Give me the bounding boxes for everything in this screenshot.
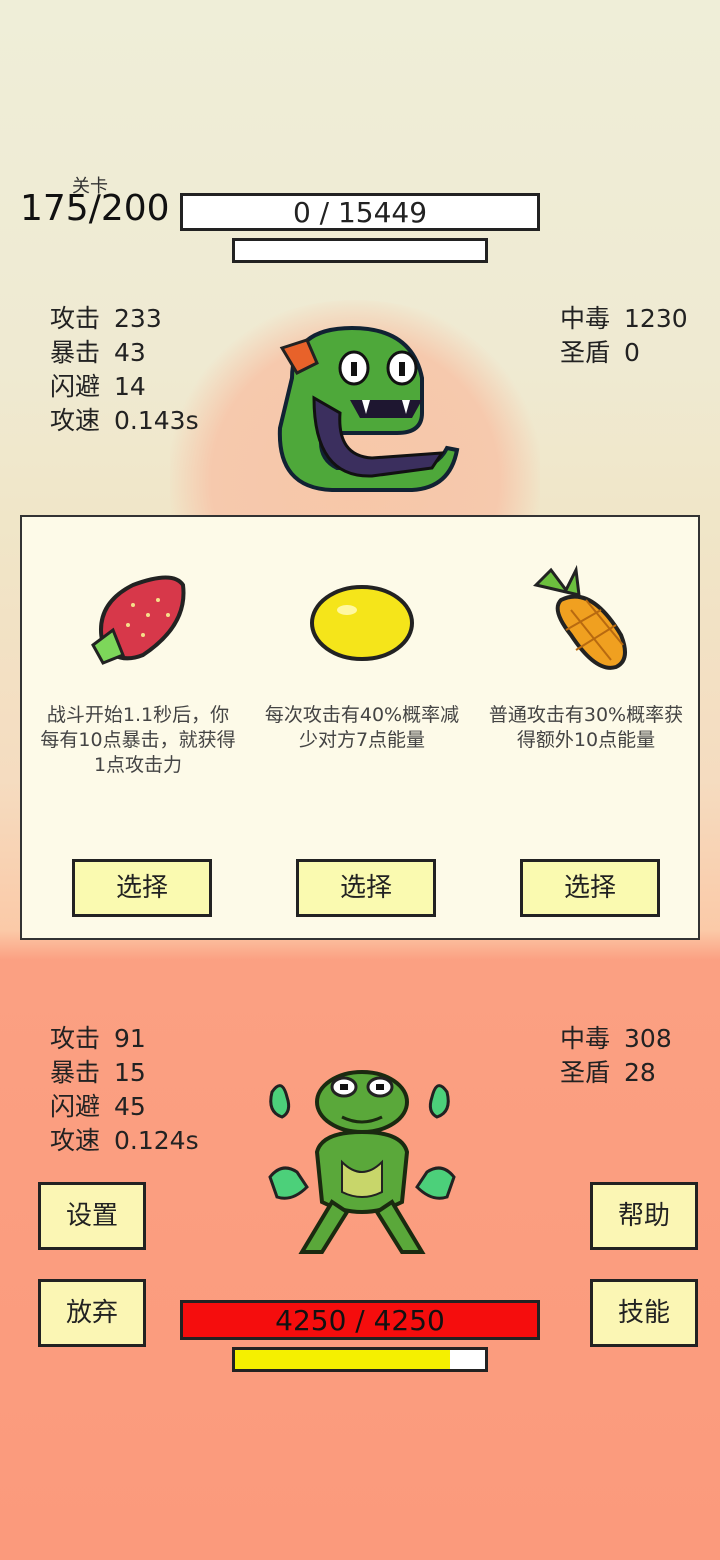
- stat-label: 暴击: [50, 1058, 101, 1087]
- player-energy-fill: [235, 1350, 450, 1369]
- status-row: 圣盾 0: [560, 336, 688, 370]
- status-value: 0: [624, 338, 640, 367]
- choice-card: 每次攻击有40%概率减少对方7点能量 选择: [250, 517, 474, 937]
- stat-value: 43: [114, 338, 146, 367]
- choice-card: 普通攻击有30%概率获得额外10点能量 选择: [474, 517, 698, 937]
- status-value: 28: [624, 1058, 656, 1087]
- select-button[interactable]: 选择: [520, 859, 660, 917]
- status-label: 中毒: [560, 304, 611, 333]
- quit-button[interactable]: 放弃: [38, 1279, 146, 1347]
- skills-button[interactable]: 技能: [590, 1279, 698, 1347]
- stat-value: 45: [114, 1092, 146, 1121]
- stat-label: 暴击: [50, 338, 101, 367]
- status-value: 308: [624, 1024, 672, 1053]
- lemon-icon: [310, 585, 414, 661]
- select-button[interactable]: 选择: [296, 859, 436, 917]
- snake-enemy-icon: [277, 325, 460, 492]
- player-stats: 攻击 91 暴击 15 闪避 45 攻速 0.124s: [50, 1022, 199, 1158]
- stat-row: 攻击 233: [50, 302, 199, 336]
- status-row: 中毒 1230: [560, 302, 688, 336]
- pineapple-icon: [533, 565, 627, 670]
- enemy-hp-text: 0 / 15449: [292, 196, 428, 229]
- stat-label: 闪避: [50, 372, 101, 401]
- stat-value: 91: [114, 1024, 146, 1053]
- stat-row: 攻速 0.124s: [50, 1124, 199, 1158]
- frog-player-icon: [268, 1070, 456, 1254]
- stat-label: 闪避: [50, 1092, 101, 1121]
- enemy-stats: 攻击 233 暴击 43 闪避 14 攻速 0.143s: [50, 302, 199, 438]
- item-choice-panel: 战斗开始1.1秒后，你每有10点暴击，就获得1点攻击力 选择 每次攻击有40%概…: [20, 515, 700, 940]
- status-row: 中毒 308: [560, 1022, 672, 1056]
- strawberry-icon: [91, 575, 186, 665]
- select-button[interactable]: 选择: [72, 859, 212, 917]
- stat-label: 攻速: [50, 1126, 101, 1155]
- stat-label: 攻击: [50, 1024, 101, 1053]
- status-label: 中毒: [560, 1024, 611, 1053]
- choice-description: 每次攻击有40%概率减少对方7点能量: [264, 704, 460, 751]
- stat-row: 暴击 15: [50, 1056, 199, 1090]
- player-hp-text: 4250 / 4250: [275, 1304, 445, 1337]
- player-energy-bar: [232, 1347, 488, 1372]
- enemy-energy-bar: [232, 238, 488, 263]
- stat-label: 攻速: [50, 406, 101, 435]
- player-status: 中毒 308 圣盾 28: [560, 1022, 672, 1090]
- stat-row: 攻击 91: [50, 1022, 199, 1056]
- stat-value: 233: [114, 304, 162, 333]
- status-label: 圣盾: [560, 338, 611, 367]
- status-label: 圣盾: [560, 1058, 611, 1087]
- status-value: 1230: [624, 304, 688, 333]
- stat-value: 0.124s: [114, 1126, 199, 1155]
- status-row: 圣盾 28: [560, 1056, 672, 1090]
- enemy-status: 中毒 1230 圣盾 0: [560, 302, 688, 370]
- enemy-hp-bar: 0 / 15449: [180, 193, 540, 231]
- stat-row: 闪避 14: [50, 370, 199, 404]
- player-hp-bar: 4250 / 4250: [180, 1300, 540, 1340]
- help-button[interactable]: 帮助: [590, 1182, 698, 1250]
- choice-card: 战斗开始1.1秒后，你每有10点暴击，就获得1点攻击力 选择: [26, 517, 250, 937]
- stat-value: 15: [114, 1058, 146, 1087]
- stat-value: 14: [114, 372, 146, 401]
- stat-value: 0.143s: [114, 406, 199, 435]
- settings-button[interactable]: 设置: [38, 1182, 146, 1250]
- stage-progress: 175/200: [20, 188, 170, 229]
- stat-row: 闪避 45: [50, 1090, 199, 1124]
- stat-row: 暴击 43: [50, 336, 199, 370]
- choice-description: 普通攻击有30%概率获得额外10点能量: [488, 704, 684, 751]
- stat-label: 攻击: [50, 304, 101, 333]
- stat-row: 攻速 0.143s: [50, 404, 199, 438]
- choice-description: 战斗开始1.1秒后，你每有10点暴击，就获得1点攻击力: [40, 704, 236, 776]
